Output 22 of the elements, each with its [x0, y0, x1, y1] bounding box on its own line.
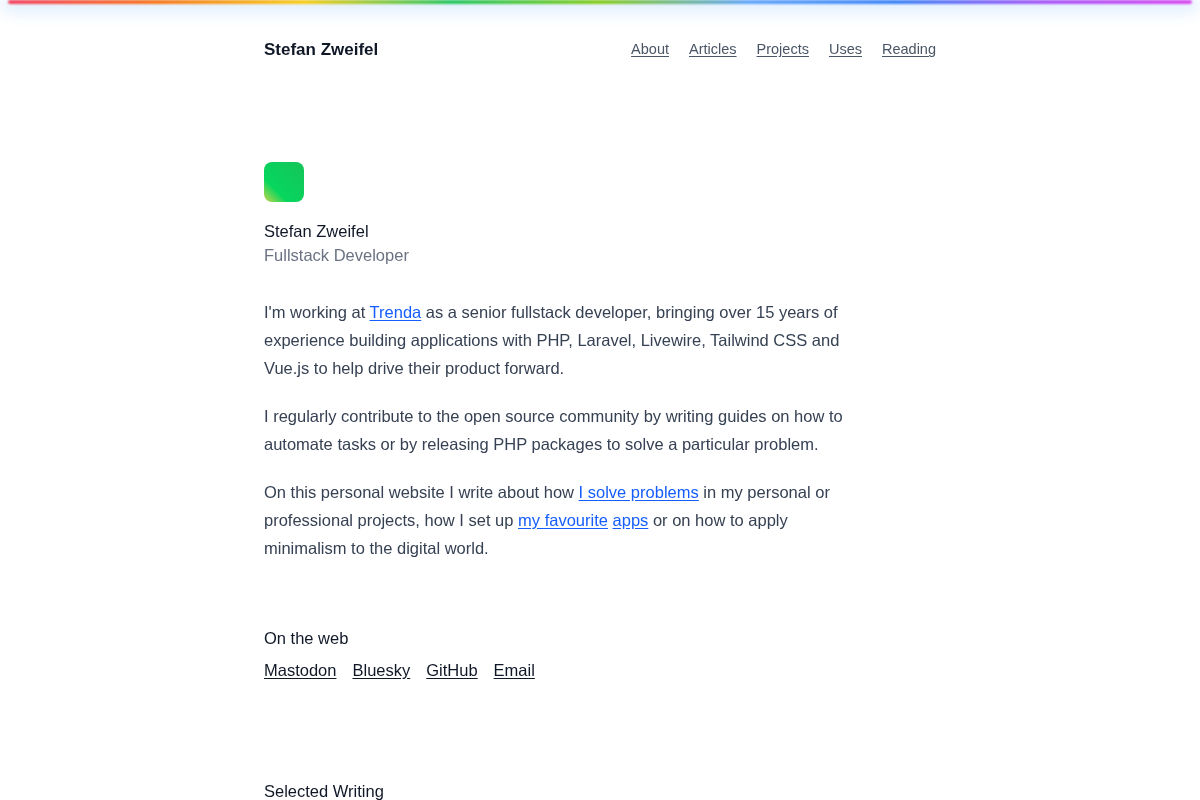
- nav-link[interactable]: Projects: [756, 39, 809, 61]
- text-link[interactable]: my favourite: [518, 511, 608, 529]
- profile-role: Fullstack Developer: [264, 245, 409, 266]
- intro-paragraph: On this personal website I write about how I solve problems in my personal or professional projects, how I set up my favourite apps or on how to apply minimalism to the digital world.: [264, 482, 831, 559]
- social-link[interactable]: GitHub: [426, 658, 478, 682]
- section-heading: On the web: [264, 628, 349, 649]
- social-link[interactable]: Bluesky: [352, 658, 411, 682]
- nav-link[interactable]: Uses: [828, 39, 862, 61]
- section-heading: Selected Writing: [264, 782, 384, 800]
- social-link[interactable]: Mastodon: [264, 658, 337, 682]
- intro-paragraph: I'm working at Trenda as a senior fullstack developer, bringing over 15 years of experience building applications with PHP, Laravel, Livewire, Tailwind CSS and Vue.js to help drive their product forward.: [264, 302, 841, 379]
- nav-link[interactable]: Articles: [689, 39, 737, 61]
- profile-name: Stefan Zweifel: [264, 221, 369, 242]
- nav-link[interactable]: About: [631, 39, 669, 61]
- site-title[interactable]: Stefan Zweifel: [264, 37, 379, 63]
- text-link[interactable]: apps: [612, 511, 649, 529]
- gradient-tile-icon: [264, 162, 304, 202]
- text-link[interactable]: I solve problems: [578, 483, 699, 501]
- social-link[interactable]: Email: [493, 658, 535, 682]
- intro-paragraph: I regularly contribute to the open source community by writing guides on how to automate tasks or by releasing PHP packages to solve a particular problem.: [264, 406, 844, 455]
- nav-link[interactable]: Reading: [882, 39, 936, 61]
- text-link[interactable]: Trenda: [369, 303, 422, 321]
